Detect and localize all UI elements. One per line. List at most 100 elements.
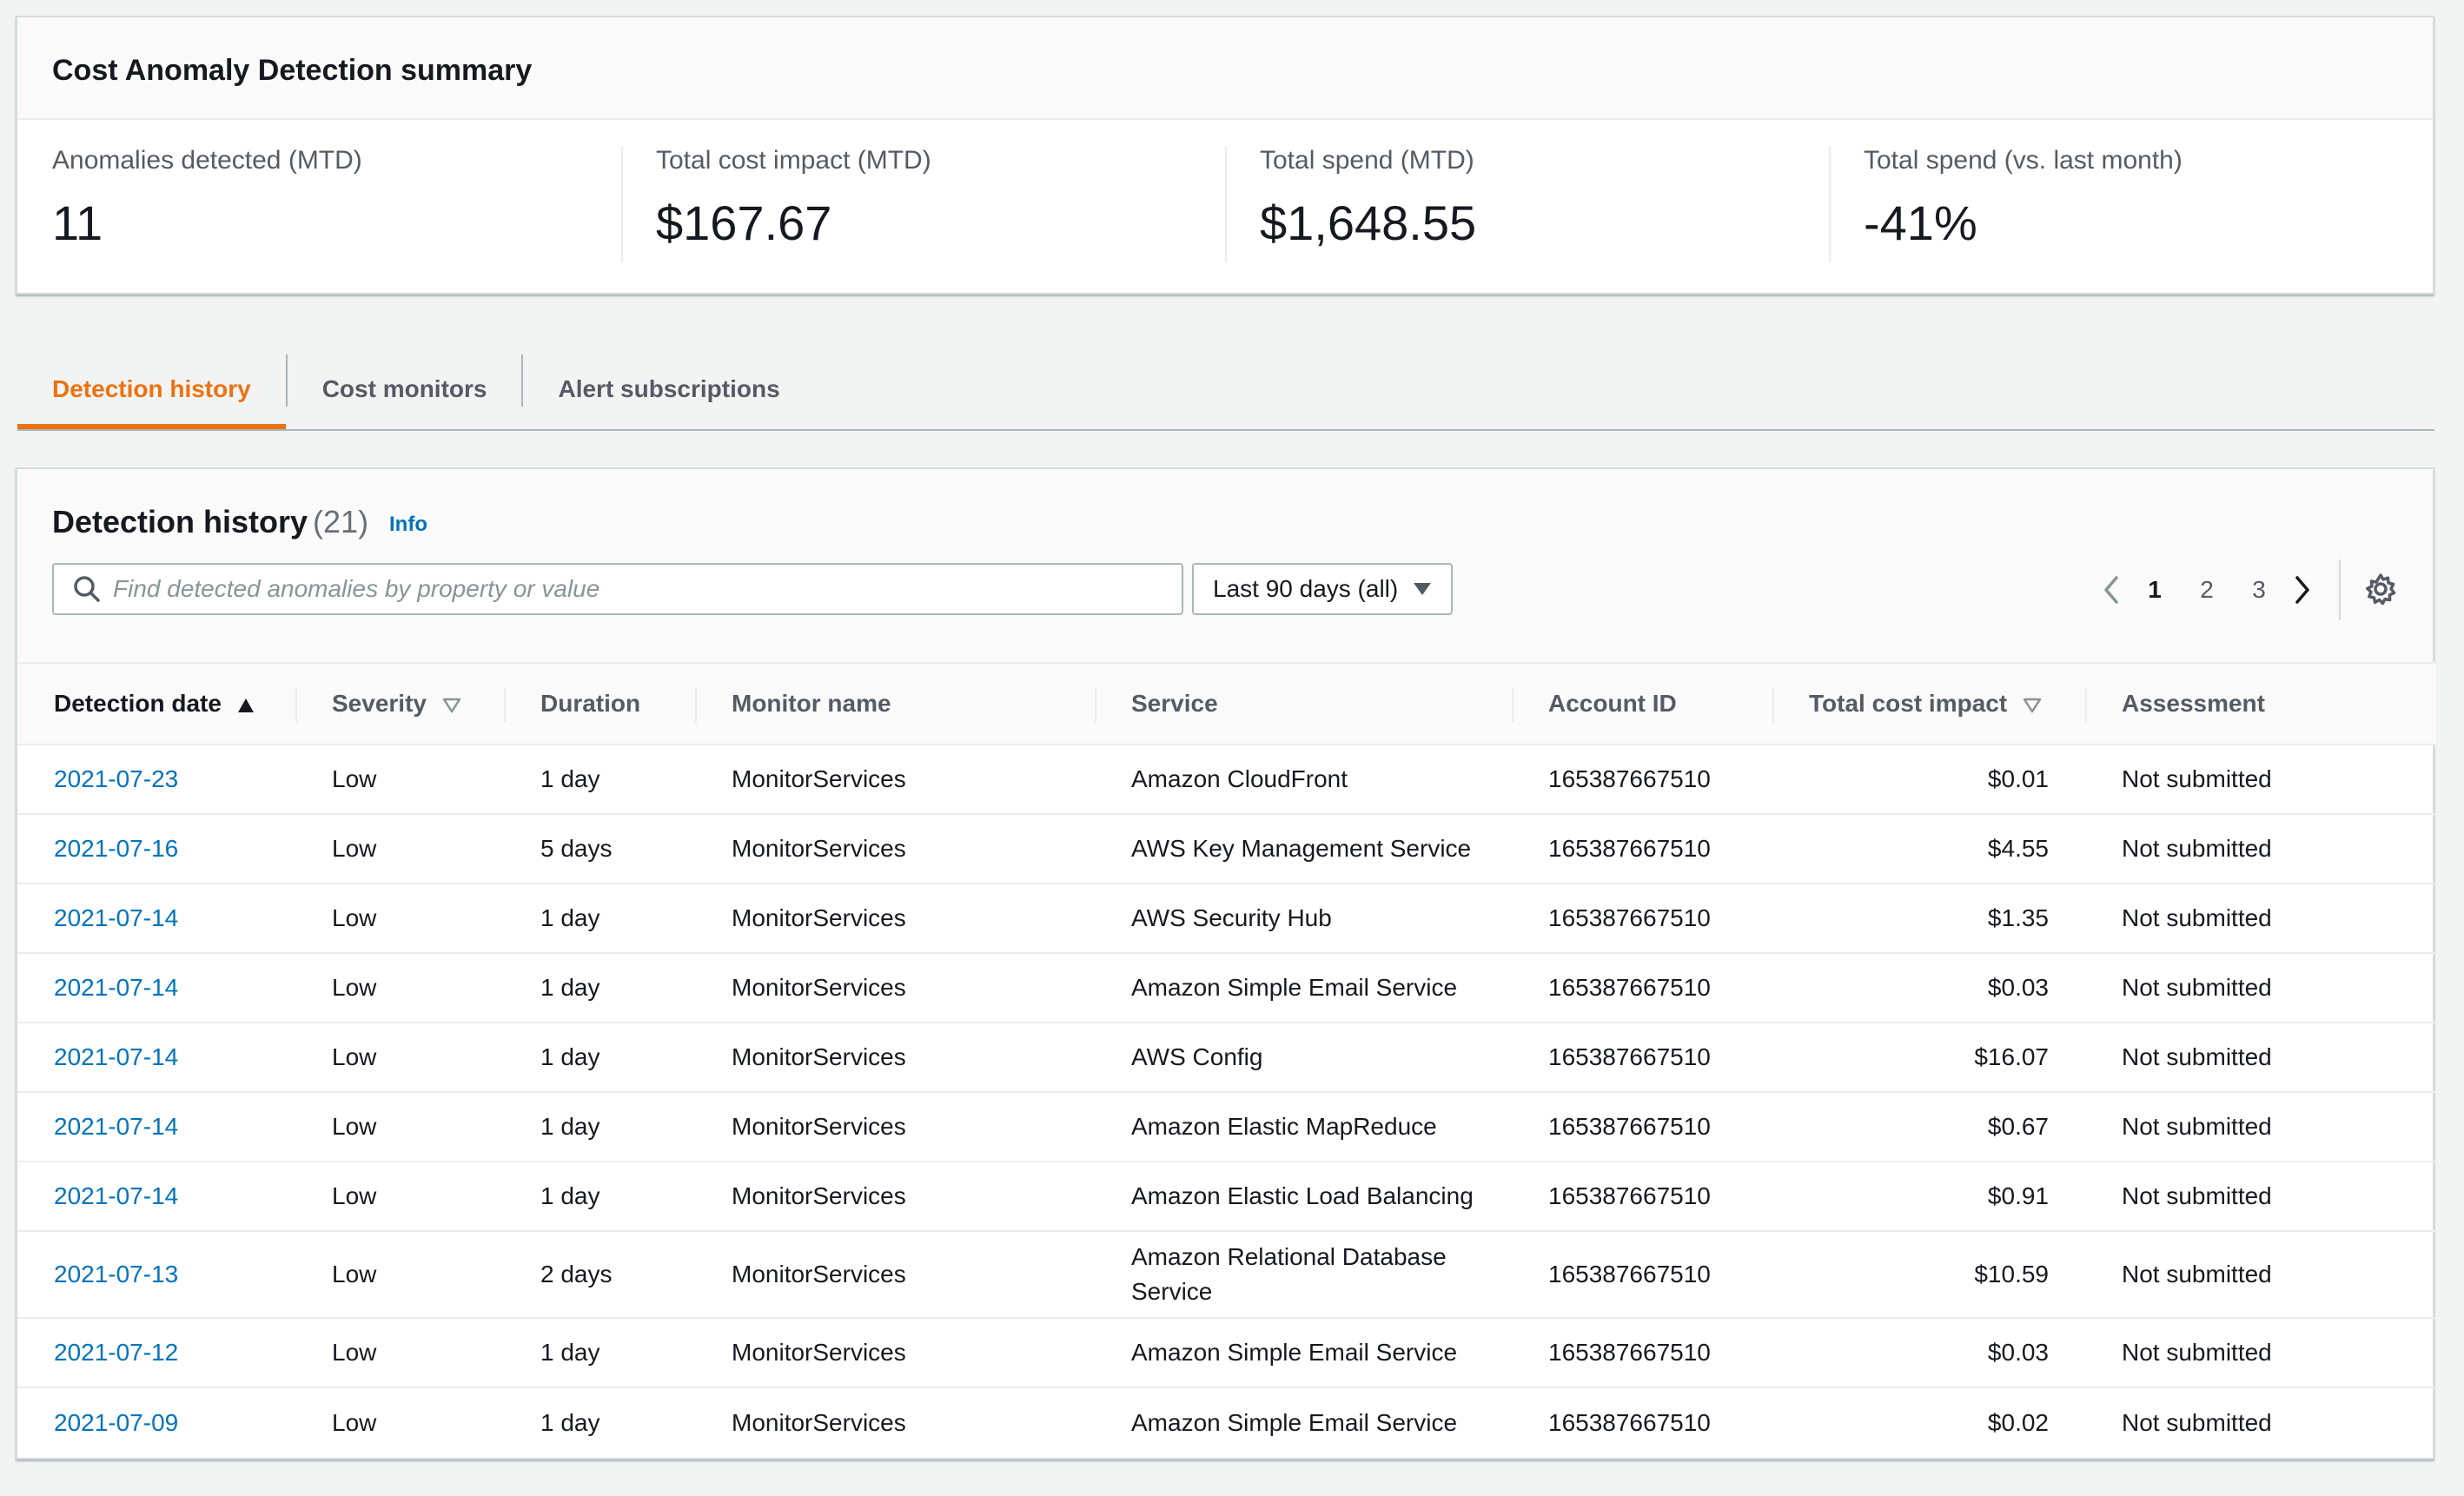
assessment-cell: Not submitted [2087,814,2436,884]
metric-label: Total cost impact (MTD) [656,146,931,175]
detection-date-link[interactable]: 2021-07-14 [17,953,297,1023]
total-cost-impact-cell: $4.55 [1774,814,2087,884]
search-icon [74,576,100,602]
table-row: 2021-07-14 Low 1 day MonitorServices Ama… [17,1162,2436,1232]
monitor-name-cell: MonitorServices [697,1092,1096,1162]
column-header-duration[interactable]: Duration [506,663,697,745]
service-cell: Amazon Simple Email Service [1096,953,1514,1023]
table-row: 2021-07-16 Low 5 days MonitorServices AW… [17,814,2436,884]
service-cell: Amazon Elastic Load Balancing [1096,1162,1514,1232]
gear-icon[interactable] [2363,572,2398,606]
account-id-cell: 165387667510 [1548,1408,1711,1436]
search-field[interactable] [52,563,1183,615]
detection-date-link[interactable]: 2021-07-16 [17,814,297,884]
assessment-cell: Not submitted [2087,884,2436,954]
tab-label: Detection history [52,375,251,402]
column-header-label: Total cost impact [1809,690,2008,717]
duration-cell: 1 day [506,745,697,815]
tab-label: Alert subscriptions [558,375,780,402]
duration-cell: 1 day [506,1092,697,1162]
metric-label: Anomalies detected (MTD) [52,146,362,175]
account-id-cell: 165387667510 [1514,814,1774,884]
column-header-service[interactable]: Service [1096,663,1514,745]
detection-date-link[interactable]: 2021-07-23 [17,745,297,815]
total-cost-impact-cell: $0.91 [1774,1162,2087,1232]
history-count: (21) [313,504,369,539]
detection-history-card: Detection history(21) Info Last 90 days … [16,467,2436,1460]
sort-ascending-icon [237,698,254,712]
monitor-name-cell: MonitorServices [697,953,1096,1023]
duration-cell: 1 day [506,1162,697,1232]
detection-date-link[interactable]: 2021-07-14 [17,884,297,954]
column-header-label: Account ID [1548,690,1677,717]
metric-value: 11 [52,195,103,250]
sort-descending-icon [2023,698,2042,712]
severity-cell: Low [297,1318,506,1388]
assessment-cell: Not submitted [2087,1318,2436,1388]
monitor-name-cell: MonitorServices [697,1318,1096,1388]
duration-cell: 1 day [506,1318,697,1388]
account-id-cell: 165387667510 [1514,953,1774,1023]
column-header-label: Duration [540,690,641,717]
duration-cell: 5 days [506,814,697,884]
assessment-cell: Not submitted [2087,745,2436,815]
table-header-row: Detection date Severity Duration Monitor… [17,663,2436,745]
metric-value: -41% [1864,195,1977,250]
table-row: 2021-07-14 Low 1 day MonitorServices Ama… [17,953,2436,1023]
assessment-cell: Not submitted [2087,1162,2436,1232]
page-1-button[interactable]: 1 [2129,576,2181,604]
monitor-name-cell: MonitorServices [732,1408,906,1436]
date-range-select[interactable]: Last 90 days (all) [1192,563,1453,615]
severity-cell: Low [332,1408,377,1436]
column-header-label: Monitor name [732,690,891,717]
column-header-monitor-name[interactable]: Monitor name [697,663,1096,745]
total-cost-impact-cell: $0.67 [1774,1092,2087,1162]
tab-alert-subscriptions[interactable]: Alert subscriptions [523,339,814,431]
column-header-account-id[interactable]: Account ID [1514,663,1774,745]
monitor-name-cell: MonitorServices [697,1162,1096,1232]
previous-page-button[interactable] [2094,573,2129,607]
tab-detection-history[interactable]: Detection history [17,339,286,429]
total-cost-impact-cell: $16.07 [1774,1023,2087,1093]
summary-title: Cost Anomaly Detection summary [52,54,533,87]
metric-label: Total spend (vs. last month) [1864,146,2182,175]
tab-label: Cost monitors [321,375,487,402]
column-header-total-cost-impact[interactable]: Total cost impact [1774,663,2087,745]
search-input[interactable] [113,575,1156,603]
history-title: Detection history (21) [52,504,368,540]
summary-card: Cost Anomaly Detection summary Anomalies… [16,16,2434,295]
sort-descending-icon [442,698,461,712]
column-header-assessment[interactable]: Assessment [2087,663,2436,745]
table-row: 2021-07-12 Low 1 day MonitorServices Ama… [17,1318,2436,1388]
total-cost-impact-cell: $0.03 [1774,1318,2087,1388]
monitor-name-cell: MonitorServices [697,1231,1096,1319]
detection-date-link[interactable]: 2021-07-14 [17,1162,297,1232]
metric-label: Total spend (MTD) [1260,146,1474,175]
table-row: 2021-07-14 Low 1 day MonitorServices Ama… [17,1092,2436,1162]
toolbar-divider [2339,559,2341,620]
table-row: 2021-07-09 Low 1 day MonitorServices Ama… [17,1387,2436,1457]
info-link[interactable]: Info [389,513,427,537]
account-id-cell: 165387667510 [1514,1231,1774,1319]
detection-date-link[interactable]: 2021-07-14 [17,1092,297,1162]
duration-cell: 2 days [506,1231,697,1319]
severity-cell: Low [297,745,506,815]
tab-cost-monitors[interactable]: Cost monitors [288,339,522,431]
metric-total-cost-impact: Total cost impact (MTD) $167.67 [621,146,1225,295]
page-3-button[interactable]: 3 [2233,576,2285,604]
detection-date-link[interactable]: 2021-07-13 [17,1231,297,1319]
detection-date-link[interactable]: 2021-07-12 [17,1318,297,1388]
chevron-right-icon [2295,576,2309,604]
detection-date-link[interactable]: 2021-07-14 [17,1023,297,1093]
detection-date-link[interactable]: 2021-07-09 [17,1387,297,1457]
column-header-severity[interactable]: Severity [297,663,506,745]
page-2-button[interactable]: 2 [2181,576,2233,604]
total-cost-impact-cell: $0.02 [1987,1408,2049,1436]
table-row: 2021-07-23 Low 1 day MonitorServices Ama… [17,745,2436,815]
column-header-detection-date[interactable]: Detection date [17,663,297,745]
severity-cell: Low [297,1231,506,1319]
assessment-cell: Not submitted [2087,953,2436,1023]
total-cost-impact-cell: $1.35 [1774,884,2087,954]
next-page-button[interactable] [2285,573,2320,607]
duration-cell: 1 day [506,1023,697,1093]
